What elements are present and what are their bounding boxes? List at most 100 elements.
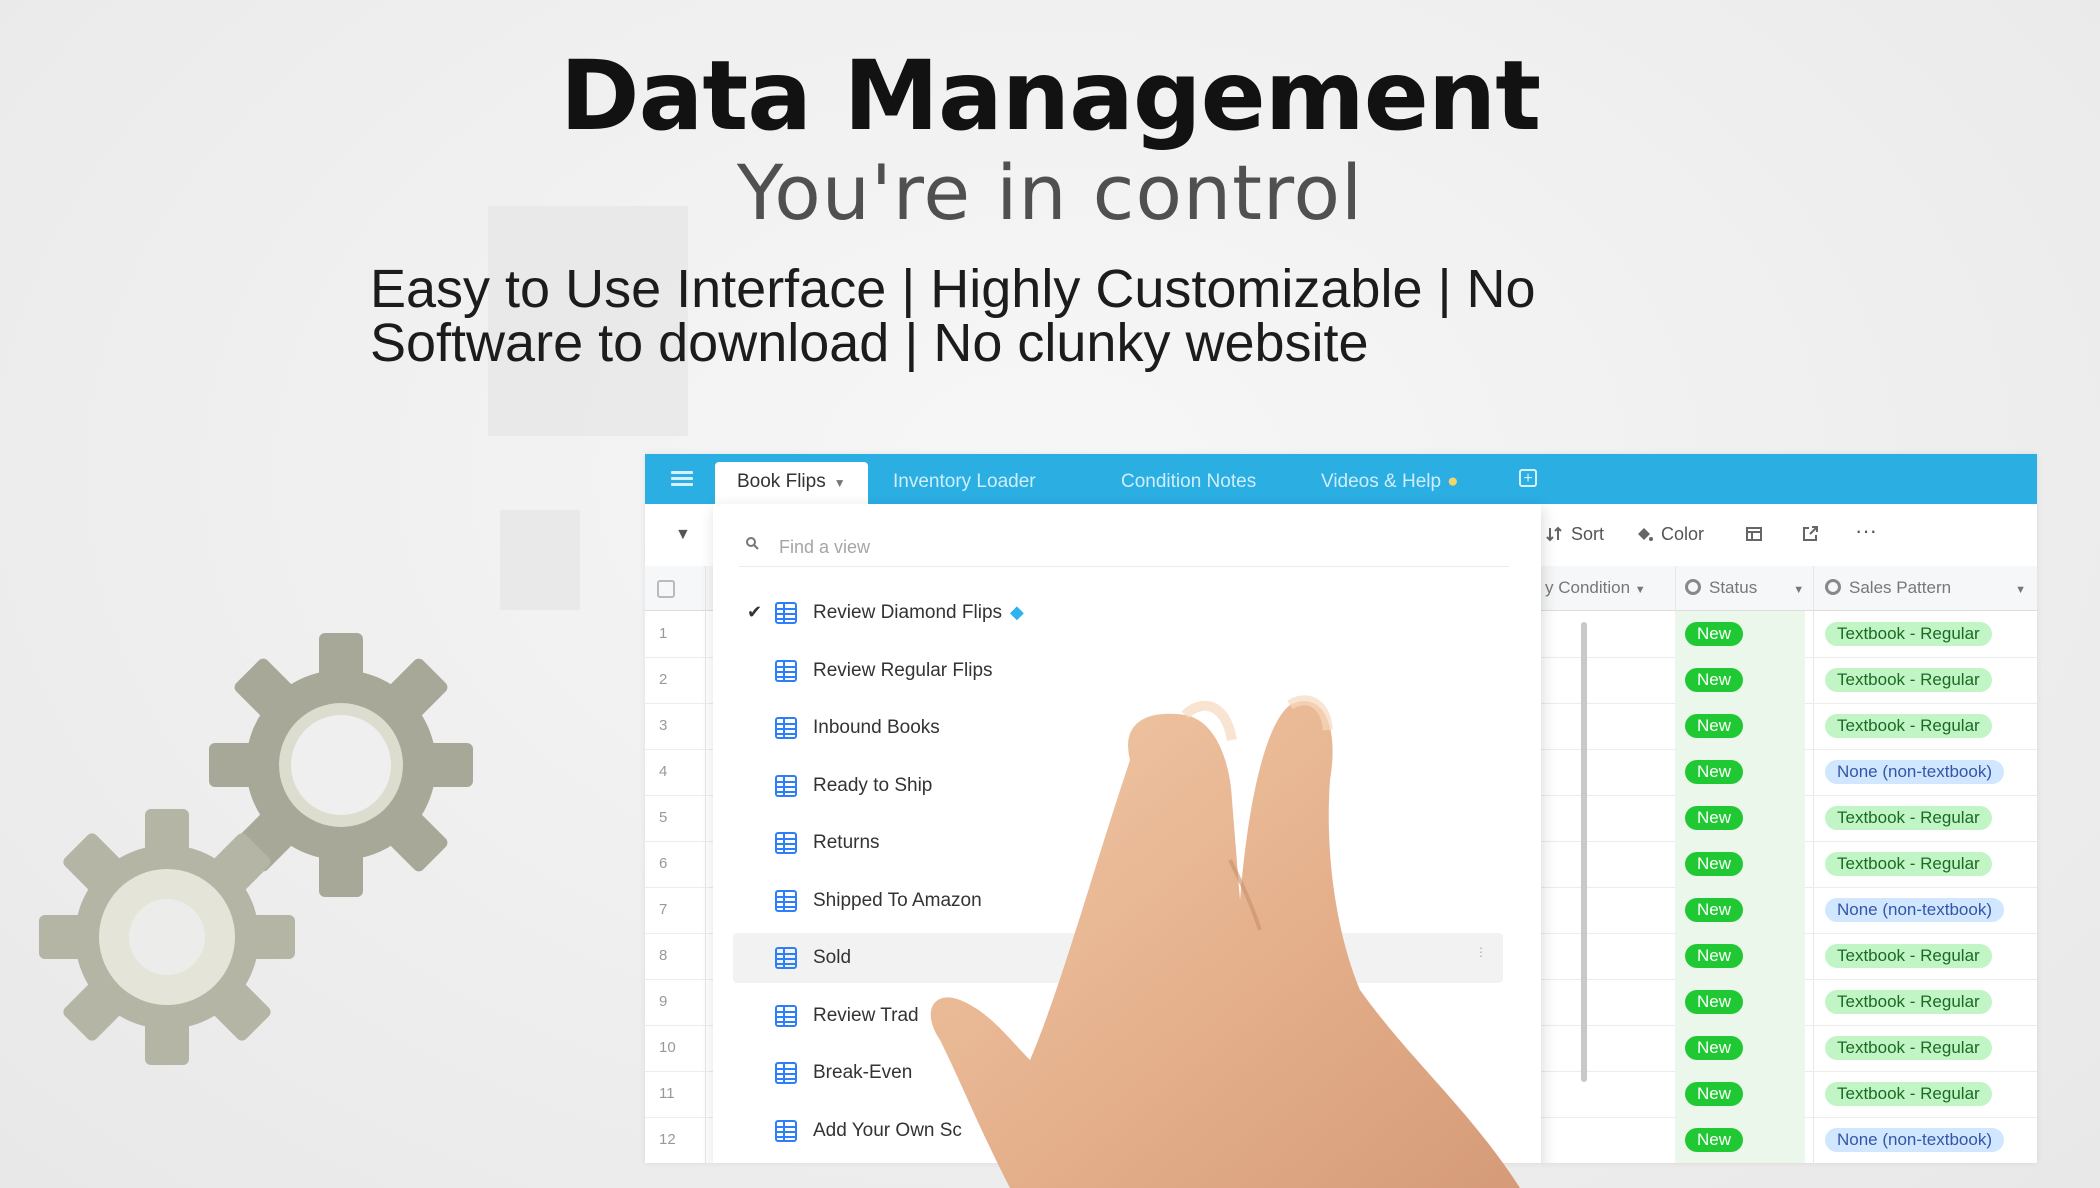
status-badge: New	[1685, 1128, 1744, 1152]
sales-pattern-badge: Textbook - Regular	[1825, 852, 1992, 876]
column-header-status[interactable]: Status ▼	[1685, 566, 1804, 610]
sort-icon	[1546, 526, 1562, 542]
tagline: Easy to Use Interface | Highly Customiza…	[370, 262, 1670, 370]
sales-pattern-badge: Textbook - Regular	[1825, 944, 1992, 968]
sales-pattern-badge: Textbook - Regular	[1825, 714, 1992, 738]
tab-book-flips[interactable]: Book Flips ▼	[715, 462, 868, 504]
status-badge: New	[1685, 852, 1744, 876]
chevron-down-icon[interactable]: ▼	[1793, 584, 1804, 596]
view-switcher-chevron-icon[interactable]: ▼	[675, 526, 691, 544]
view-item[interactable]: Break-Even	[733, 1048, 1503, 1098]
row-number: 4	[659, 763, 668, 780]
row-number: 10	[659, 1039, 676, 1056]
view-label: Add Your Own Sc	[813, 1119, 962, 1141]
sales-pattern-badge: None (non-textbook)	[1825, 898, 2004, 922]
tab-inventory-loader[interactable]: Inventory Loader	[893, 462, 1036, 504]
sort-label: Sort	[1571, 524, 1605, 544]
grid-view-icon	[775, 832, 797, 854]
menu-icon[interactable]	[671, 468, 693, 490]
share-button[interactable]	[1801, 524, 1827, 545]
view-item[interactable]: Shipped To Amazon	[733, 876, 1503, 926]
view-label: Shipped To Amazon	[813, 889, 982, 911]
status-badge: New	[1685, 760, 1744, 784]
find-view-input[interactable]	[777, 530, 1381, 564]
view-label: Sold	[813, 947, 852, 968]
chevron-down-icon[interactable]: ▼	[834, 476, 846, 490]
status-badge: New	[1685, 1082, 1744, 1106]
grid-view-icon	[775, 717, 797, 739]
tab-label: Book Flips	[737, 471, 826, 492]
status-badge: New	[1685, 622, 1744, 646]
sales-pattern-badge: None (non-textbook)	[1825, 760, 2004, 784]
row-number: 7	[659, 901, 668, 918]
status-badge: New	[1685, 714, 1744, 738]
more-button[interactable]: ···	[1855, 518, 1877, 544]
single-select-icon	[1825, 579, 1841, 595]
grid-view-icon	[775, 947, 797, 969]
tagline-line-2: Software to download | No clunky website	[370, 313, 1369, 373]
row-number: 8	[659, 947, 668, 964]
status-badge: New	[1685, 668, 1744, 692]
view-item[interactable]: Sold ⋮	[733, 933, 1503, 983]
chevron-down-icon[interactable]: ▼	[1635, 584, 1646, 596]
page-title: Data Management	[559, 40, 1541, 152]
column-header-condition[interactable]: y Condition ▼	[1545, 566, 1646, 610]
sales-pattern-badge: None (non-textbook)	[1825, 1128, 2004, 1152]
grid-view-icon	[775, 659, 797, 682]
drag-handle-icon[interactable]: ⋮	[1475, 946, 1487, 965]
tab-condition-notes[interactable]: Condition Notes	[1121, 462, 1256, 504]
diamond-icon: ◆	[1010, 602, 1024, 622]
view-item[interactable]: Review Regular Flips	[733, 646, 1503, 696]
column-header-label: y Condition	[1545, 578, 1631, 597]
search-icon	[746, 537, 759, 550]
tab-label: Videos & Help	[1321, 471, 1442, 492]
find-view-field[interactable]	[739, 530, 1509, 567]
view-item[interactable]: Review Trad	[733, 991, 1503, 1041]
grid-view-icon	[775, 602, 797, 624]
row-number: 12	[659, 1131, 676, 1148]
more-icon: ···	[1855, 518, 1877, 543]
view-label: Ready to Ship	[813, 774, 933, 796]
sales-pattern-badge: Textbook - Regular	[1825, 806, 1992, 830]
fields-button[interactable]	[1745, 524, 1771, 545]
sales-pattern-badge: Textbook - Regular	[1825, 622, 1992, 646]
tagline-line-1: Easy to Use Interface | Highly Customiza…	[370, 259, 1536, 319]
color-bucket-icon	[1638, 528, 1653, 541]
page-subtitle: You're in control	[736, 148, 1364, 237]
sales-pattern-badge: Textbook - Regular	[1825, 668, 1992, 692]
view-item[interactable]: Returns	[733, 818, 1503, 868]
view-item[interactable]: Ready to Ship	[733, 761, 1503, 811]
row-number: 5	[659, 809, 668, 826]
row-number: 9	[659, 993, 668, 1010]
sales-pattern-badge: Textbook - Regular	[1825, 1082, 1992, 1106]
view-label: Review Regular Flips	[813, 659, 993, 681]
view-label: Break-Even	[813, 1062, 913, 1083]
status-badge: New	[1685, 990, 1744, 1014]
chevron-down-icon[interactable]: ▼	[2015, 584, 2026, 596]
add-tab-icon[interactable]: +	[1519, 469, 1537, 487]
column-header-label: Status	[1709, 578, 1758, 597]
column-header-sales-pattern[interactable]: Sales Pattern ▼	[1825, 566, 2026, 610]
grid-view-icon	[775, 1119, 797, 1142]
grid-view-icon	[775, 774, 797, 797]
view-label: Review Diamond Flips ◆	[813, 602, 1024, 623]
tab-label: Condition Notes	[1121, 471, 1257, 492]
color-button[interactable]: Color	[1635, 524, 1704, 545]
scrollbar[interactable]	[1581, 622, 1587, 1082]
color-label: Color	[1661, 524, 1705, 544]
view-item[interactable]: Inbound Books	[733, 703, 1503, 753]
view-item[interactable]: Add Your Own Sc	[733, 1106, 1503, 1156]
tab-label: Inventory Loader	[893, 471, 1036, 492]
tab-videos-help[interactable]: Videos & Help ●	[1321, 462, 1459, 504]
row-number: 11	[659, 1085, 675, 1102]
view-item[interactable]: ✔ Review Diamond Flips ◆	[733, 588, 1503, 638]
lightbulb-icon: ●	[1447, 471, 1459, 492]
background-decoration	[500, 510, 580, 610]
row-number: 2	[659, 671, 668, 688]
view-switcher-menu: ✔ Review Diamond Flips◆ Review Regular Fli…	[713, 504, 1587, 1163]
app-window: Book Flips ▼ Inventory Loader Condition N…	[645, 454, 2037, 1163]
view-label: Returns	[813, 832, 880, 853]
sales-pattern-badge: Textbook - Regular	[1825, 1036, 1992, 1060]
select-all-checkbox[interactable]	[657, 580, 675, 598]
sort-button[interactable]: Sort	[1545, 524, 1604, 545]
